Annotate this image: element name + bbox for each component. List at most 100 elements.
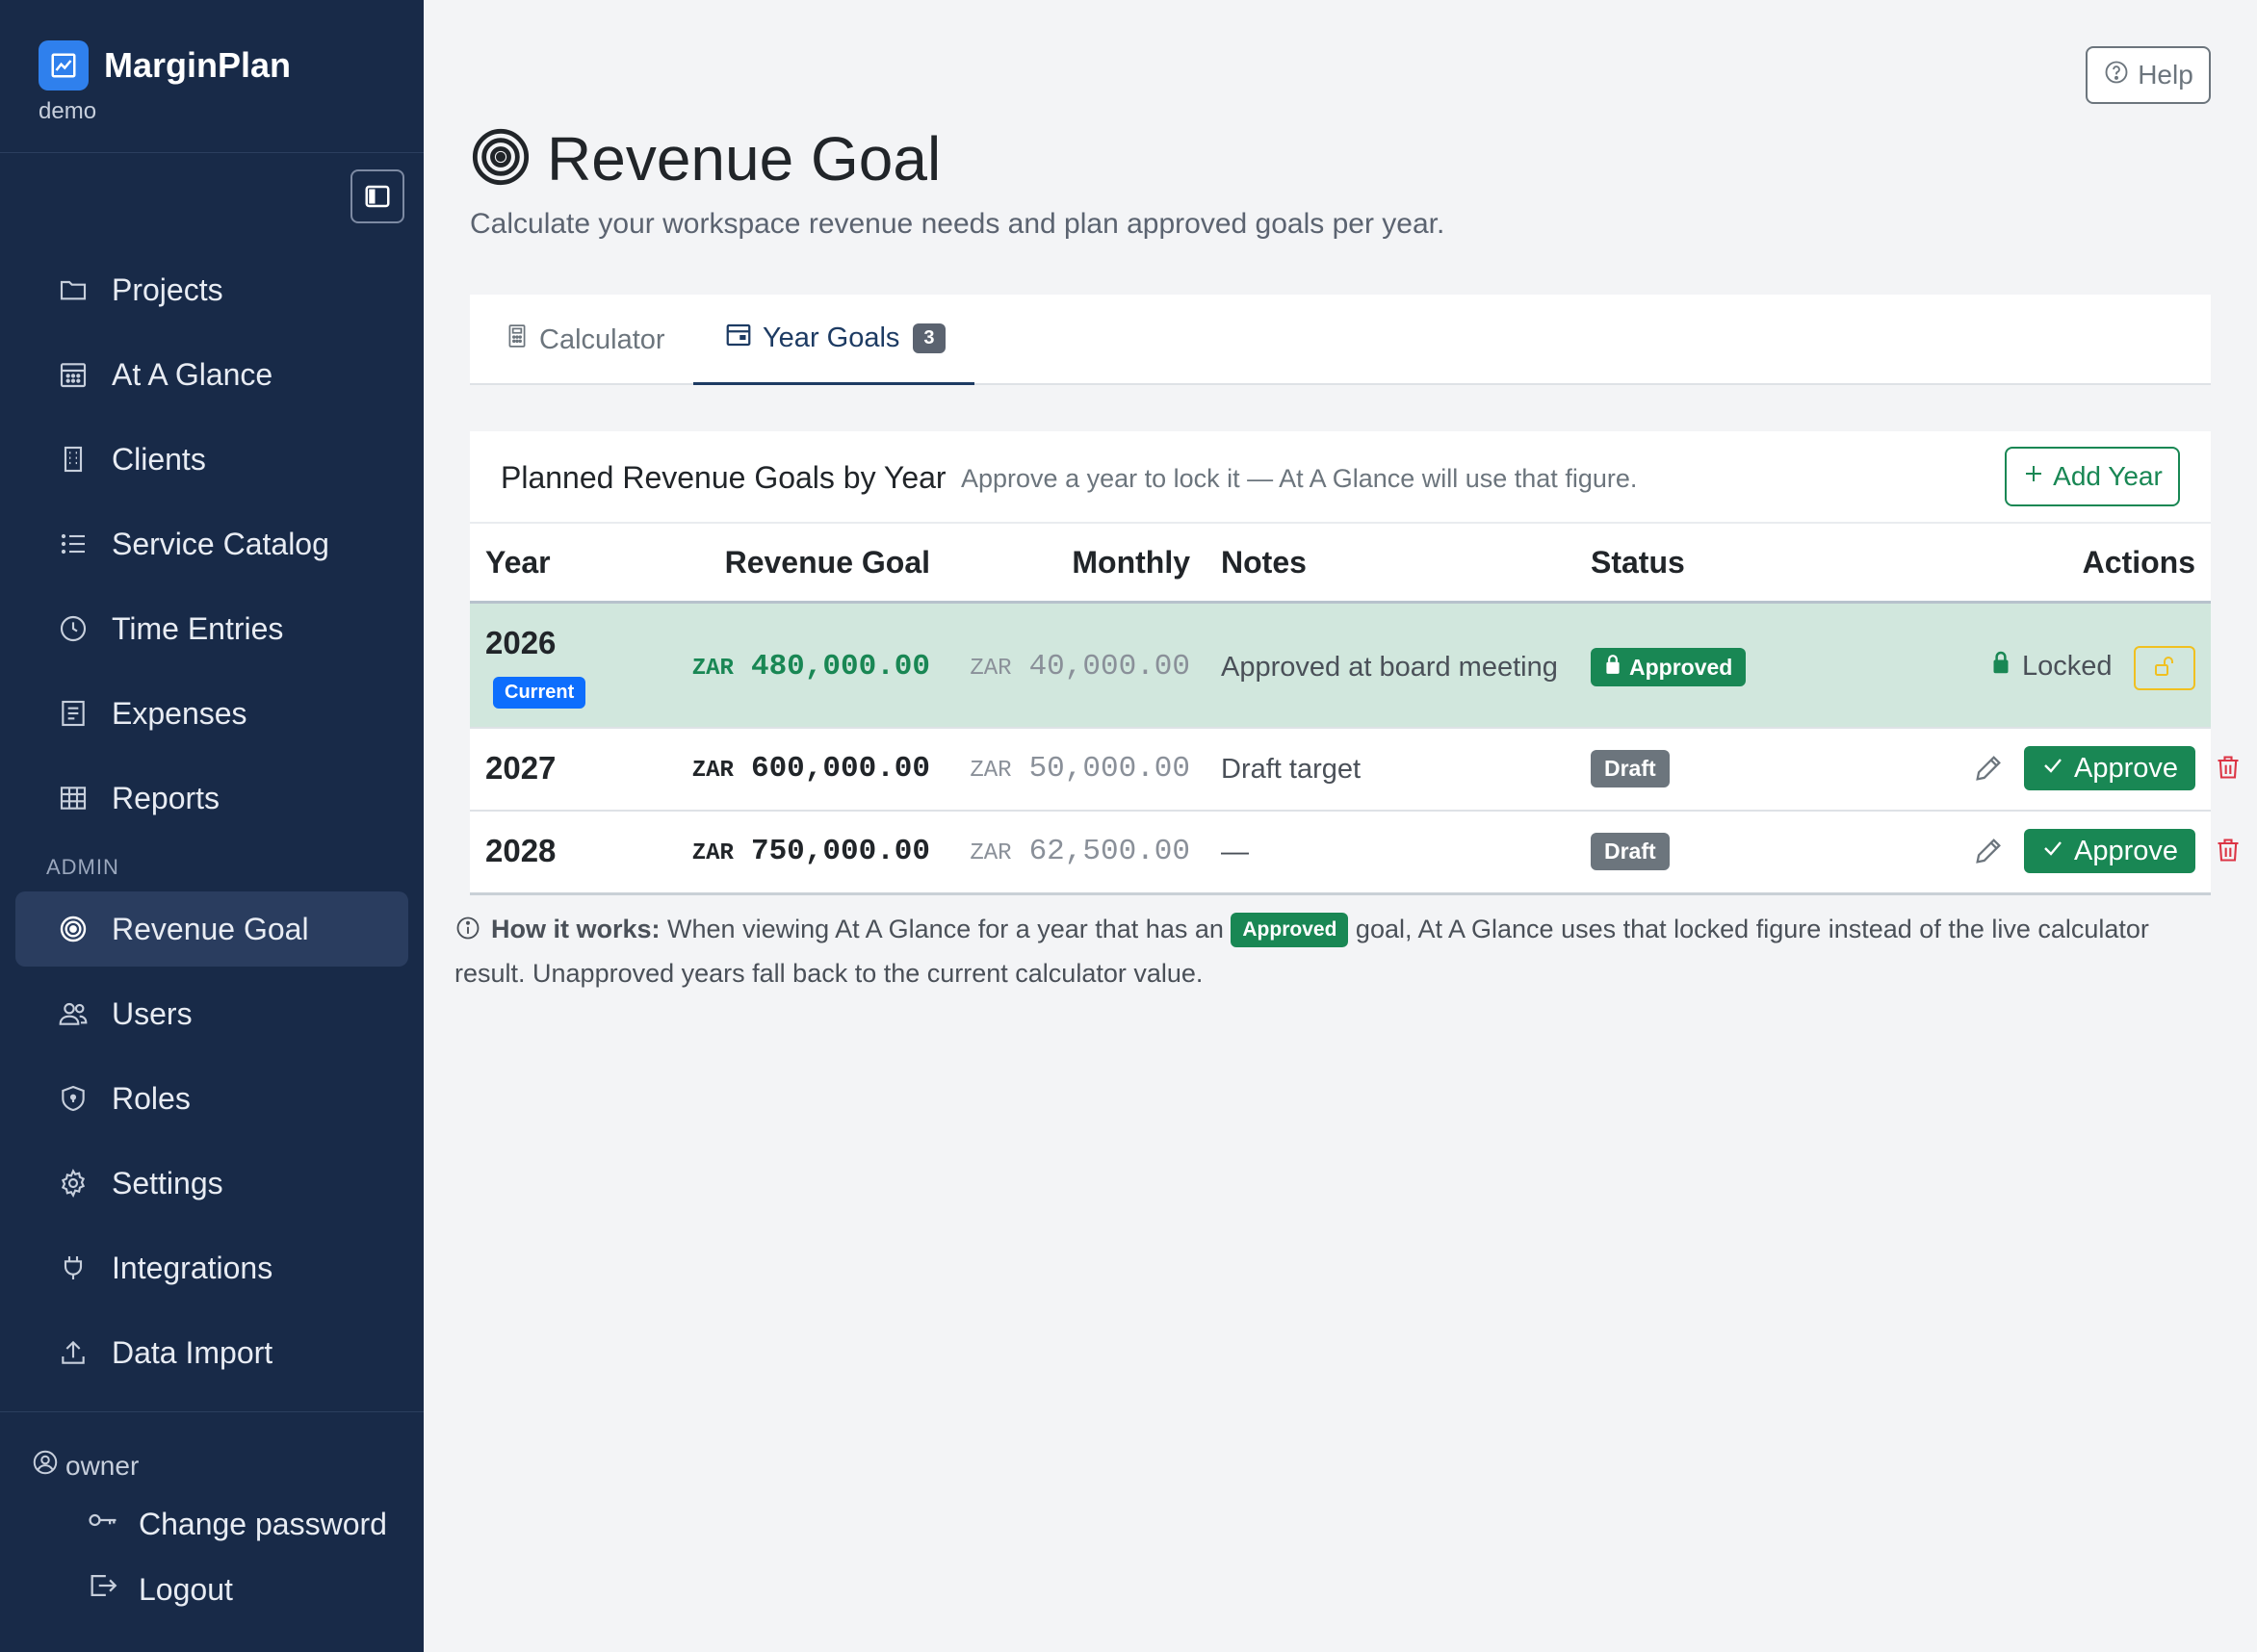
column-header-status[interactable]: Status: [1591, 545, 1685, 581]
delete-button[interactable]: [2215, 752, 2242, 787]
table-icon: [56, 781, 91, 815]
brand[interactable]: MarginPlan: [39, 40, 291, 90]
approve-button[interactable]: Approve: [2024, 746, 2195, 790]
sidebar-item-at-a-glance[interactable]: At A Glance: [15, 337, 408, 412]
sidebar-item-label: Data Import: [112, 1334, 273, 1370]
folder-icon: [56, 272, 91, 307]
change-password-label: Change password: [139, 1506, 387, 1541]
tab-label: Calculator: [539, 323, 665, 355]
currency-code: ZAR: [691, 758, 734, 784]
calendar-icon: [724, 321, 753, 357]
admin-section-label: ADMIN: [46, 855, 119, 879]
monthly-value: ZAR 40,000.00: [894, 650, 1190, 684]
pencil-icon: [1976, 756, 2001, 781]
add-year-button[interactable]: Add Year: [2005, 447, 2180, 506]
pencil-icon: [1976, 839, 2001, 864]
sidebar-item-label: Service Catalog: [112, 526, 329, 561]
row-notes: Draft target: [1221, 754, 1362, 785]
edit-button[interactable]: [1972, 835, 2005, 872]
calculator-icon: [505, 323, 530, 356]
row-year: 2027: [485, 750, 557, 786]
monthly-value: ZAR 50,000.00: [894, 752, 1190, 786]
tab-label: Year Goals: [763, 323, 900, 353]
plug-icon: [56, 1251, 91, 1285]
sidebar-item-label: Projects: [112, 271, 223, 307]
tab-calculator[interactable]: Calculator: [505, 295, 668, 385]
approve-label: Approve: [2073, 752, 2178, 784]
current-badge: Current: [493, 677, 586, 709]
sidebar-item-time-entries[interactable]: Time Entries: [15, 591, 408, 666]
edit-button[interactable]: [1972, 752, 2005, 789]
help-label: Help: [2138, 60, 2193, 90]
info-text-before: When viewing At A Glance for a year that…: [667, 915, 1224, 943]
approve-button[interactable]: Approve: [2024, 829, 2195, 873]
currency-code: ZAR: [970, 758, 1012, 784]
sidebar-item-roles[interactable]: Roles: [15, 1061, 408, 1136]
column-header-actions: Actions: [2082, 545, 2195, 580]
calendar-grid-icon: [56, 357, 91, 392]
monthly-amount: 40,000.00: [1028, 650, 1190, 684]
help-button[interactable]: Help: [2086, 46, 2211, 104]
logout-link[interactable]: Logout: [87, 1569, 233, 1610]
sidebar-item-revenue-goal[interactable]: Revenue Goal: [15, 891, 408, 967]
plus-icon: [2022, 461, 2045, 492]
current-user: owner: [31, 1448, 139, 1484]
check-icon: [2041, 753, 2064, 785]
card-header: Planned Revenue Goals by Year Approve a …: [470, 431, 2211, 524]
sidebar-item-clients[interactable]: Clients: [15, 422, 408, 497]
shield-icon: [56, 1081, 91, 1116]
info-icon: [454, 913, 481, 953]
sidebar-item-label: Roles: [112, 1080, 191, 1116]
sidebar-item-label: Time Entries: [112, 610, 284, 646]
user-circle-icon: [31, 1448, 60, 1484]
currency-code: ZAR: [970, 840, 1012, 866]
approve-label: Approve: [2073, 835, 2178, 866]
sidebar-item-settings[interactable]: Settings: [15, 1146, 408, 1221]
sidebar-item-users[interactable]: Users: [15, 976, 408, 1051]
sidebar-divider: [0, 1411, 424, 1412]
sidebar-item-label: Users: [112, 995, 193, 1031]
monthly-value: ZAR 62,500.00: [894, 835, 1190, 868]
sidebar-item-label: Reports: [112, 780, 221, 815]
approved-badge: Approved: [1231, 913, 1349, 947]
sidebar-item-label: Clients: [112, 441, 206, 477]
tab-year-goals[interactable]: Year Goals 3: [693, 295, 974, 385]
sidebar-item-service-catalog[interactable]: Service Catalog: [15, 506, 408, 581]
table-row: 2028 ZAR 750,000.00 ZAR 62,500.00 — Draft …: [470, 812, 2239, 892]
page-title: Revenue Goal: [547, 124, 942, 194]
chart-line-icon: [39, 40, 89, 90]
card-hint: Approve a year to lock it — At A Glance …: [961, 464, 1638, 493]
currency-code: ZAR: [970, 656, 1012, 682]
trash-icon: [2218, 756, 2239, 779]
building-icon: [56, 442, 91, 477]
currency-code: ZAR: [691, 840, 734, 866]
sidebar-item-integrations[interactable]: Integrations: [15, 1230, 408, 1305]
sidebar-item-data-import[interactable]: Data Import: [15, 1315, 408, 1390]
card-title: Planned Revenue Goals by Year: [501, 460, 947, 495]
sidebar-toggle-button[interactable]: [350, 169, 404, 223]
change-password-link[interactable]: Change password: [87, 1504, 387, 1544]
column-header-monthly[interactable]: Monthly: [1009, 545, 1190, 581]
page-header: Revenue Goal: [470, 123, 941, 194]
row-notes: Approved at board meeting: [1221, 652, 1558, 683]
unlock-button[interactable]: [2134, 646, 2195, 690]
receipt-icon: [56, 696, 91, 731]
page-subtitle: Calculate your workspace revenue needs a…: [470, 208, 1445, 240]
brand-name: MarginPlan: [104, 45, 292, 85]
logout-label: Logout: [139, 1571, 233, 1607]
sidebar-item-expenses[interactable]: Expenses: [15, 676, 408, 751]
table-row: 2027 ZAR 600,000.00 ZAR 50,000.00 Draft ta…: [470, 729, 2239, 810]
how-it-works-note: How it works: When viewing At A Glance f…: [454, 909, 2149, 994]
locked-indicator: Locked: [1991, 650, 2113, 683]
column-header-year[interactable]: Year: [485, 545, 551, 581]
monthly-amount: 62,500.00: [1028, 835, 1190, 868]
unlock-icon: [2153, 654, 2176, 684]
sidebar-item-reports[interactable]: Reports: [15, 761, 408, 836]
delete-button[interactable]: [2215, 835, 2242, 870]
column-header-notes[interactable]: Notes: [1221, 545, 1307, 581]
sidebar-item-label: Settings: [112, 1165, 223, 1200]
sidebar-item-projects[interactable]: Projects: [15, 252, 408, 327]
target-icon: [470, 126, 532, 193]
column-header-revenue-goal[interactable]: Revenue Goal: [720, 545, 930, 581]
main-content: Help Revenue Goal Calculate your workspa…: [424, 0, 2257, 1652]
